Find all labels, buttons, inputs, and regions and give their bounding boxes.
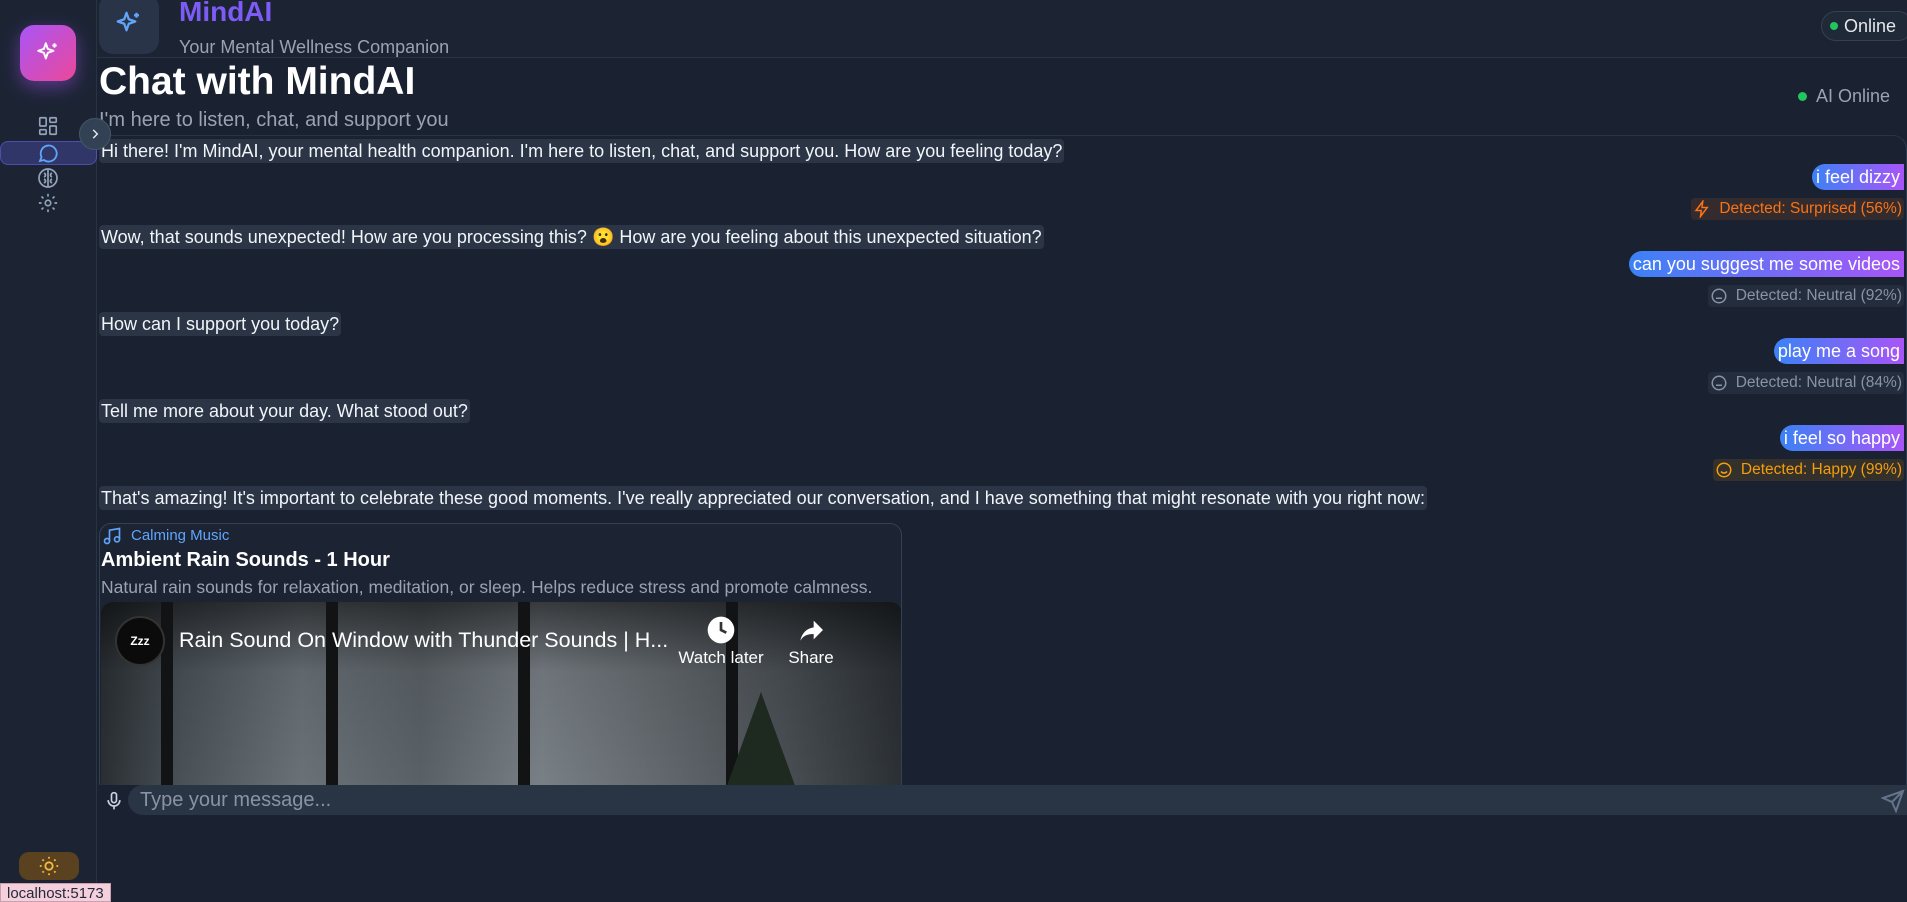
sidebar-item-insights[interactable]: [36, 166, 60, 190]
bot-message: Wow, that sounds unexpected! How are you…: [99, 225, 1044, 249]
sidebar-item-dashboard[interactable]: [36, 114, 60, 138]
bot-message: Tell me more about your day. What stood …: [99, 399, 470, 423]
window-frame: [161, 602, 173, 785]
video-player[interactable]: Zzz Rain Sound On Window with Thunder So…: [101, 602, 901, 785]
share-button[interactable]: Share: [766, 614, 856, 668]
sidebar-item-chat[interactable]: [36, 141, 60, 165]
sun-icon: [39, 856, 59, 876]
bot-message: That's amazing! It's important to celebr…: [99, 486, 1428, 510]
app-name: MindAI: [179, 0, 273, 27]
top-header: MindAI Your Mental Wellness Companion On…: [97, 0, 1907, 58]
lightning-icon: [1694, 200, 1710, 218]
online-status-label: Online: [1843, 16, 1896, 36]
online-status-badge: Online: [1820, 11, 1907, 41]
emotion-badge: Detected: Happy (99%): [1712, 459, 1904, 481]
channel-avatar[interactable]: Zzz: [115, 616, 165, 666]
ai-status: AI Online: [1798, 86, 1891, 107]
message-list[interactable]: Hi there! I'm MindAI, your mental health…: [99, 135, 1907, 785]
user-message: can you suggest me some videos: [1628, 251, 1904, 277]
watch-later-button[interactable]: Watch later: [676, 614, 766, 668]
tree-silhouette: [721, 692, 801, 785]
sidebar-expand-button[interactable]: [79, 118, 111, 150]
message-input[interactable]: [128, 785, 1907, 815]
online-dot-icon: [1829, 22, 1838, 30]
user-message: i feel dizzy: [1811, 164, 1904, 190]
emotion-badge: Detected: Neutral (84%): [1707, 372, 1904, 394]
emotion-badge: Detected: Surprised (56%): [1691, 198, 1904, 220]
smile-icon: [1716, 462, 1732, 478]
send-icon: [1881, 789, 1905, 813]
bot-message: Hi there! I'm MindAI, your mental health…: [99, 139, 1065, 163]
page-subtitle: I'm here to listen, chat, and support yo…: [99, 109, 449, 131]
user-message: i feel so happy: [1779, 425, 1904, 451]
gear-icon: [38, 193, 58, 213]
page-title: Chat with MindAI: [99, 60, 416, 103]
sparkle-icon: [116, 11, 139, 32]
neutral-face-icon: [1711, 375, 1727, 391]
emotion-badge: Detected: Neutral (92%): [1707, 285, 1904, 307]
microphone-icon: [107, 791, 121, 810]
chat-bubble-icon: [38, 144, 58, 163]
share-arrow-icon: [800, 620, 823, 641]
bot-message: How can I support you today?: [99, 312, 342, 336]
chevron-right-icon: [92, 129, 99, 139]
sidebar-item-settings[interactable]: [36, 191, 60, 215]
media-category: Calming Music: [131, 527, 230, 544]
video-title[interactable]: Rain Sound On Window with Thunder Sounds…: [179, 628, 668, 653]
media-recommendation-card: Calming Music Ambient Rain Sounds - 1 Ho…: [99, 523, 902, 785]
app-tagline: Your Mental Wellness Companion: [179, 37, 450, 57]
send-button[interactable]: [1877, 786, 1907, 816]
grid-icon: [38, 116, 58, 136]
music-note-icon: [103, 527, 121, 545]
user-message: play me a song: [1773, 338, 1904, 364]
clock-icon: [707, 616, 735, 644]
theme-toggle-button[interactable]: [19, 852, 79, 880]
ai-online-dot-icon: [1798, 92, 1807, 101]
brain-icon: [38, 168, 58, 188]
message-composer: [99, 784, 1907, 818]
media-title: Ambient Rain Sounds - 1 Hour: [101, 549, 390, 571]
status-bar-url: localhost:5173: [0, 883, 111, 902]
media-description: Natural rain sounds for relaxation, medi…: [101, 577, 873, 597]
sparkle-icon: [37, 42, 57, 60]
ai-status-label: AI Online: [1816, 86, 1891, 106]
microphone-button[interactable]: [101, 788, 127, 814]
header-logo: [99, 0, 159, 54]
neutral-face-icon: [1711, 288, 1727, 304]
app-logo[interactable]: [20, 25, 76, 81]
